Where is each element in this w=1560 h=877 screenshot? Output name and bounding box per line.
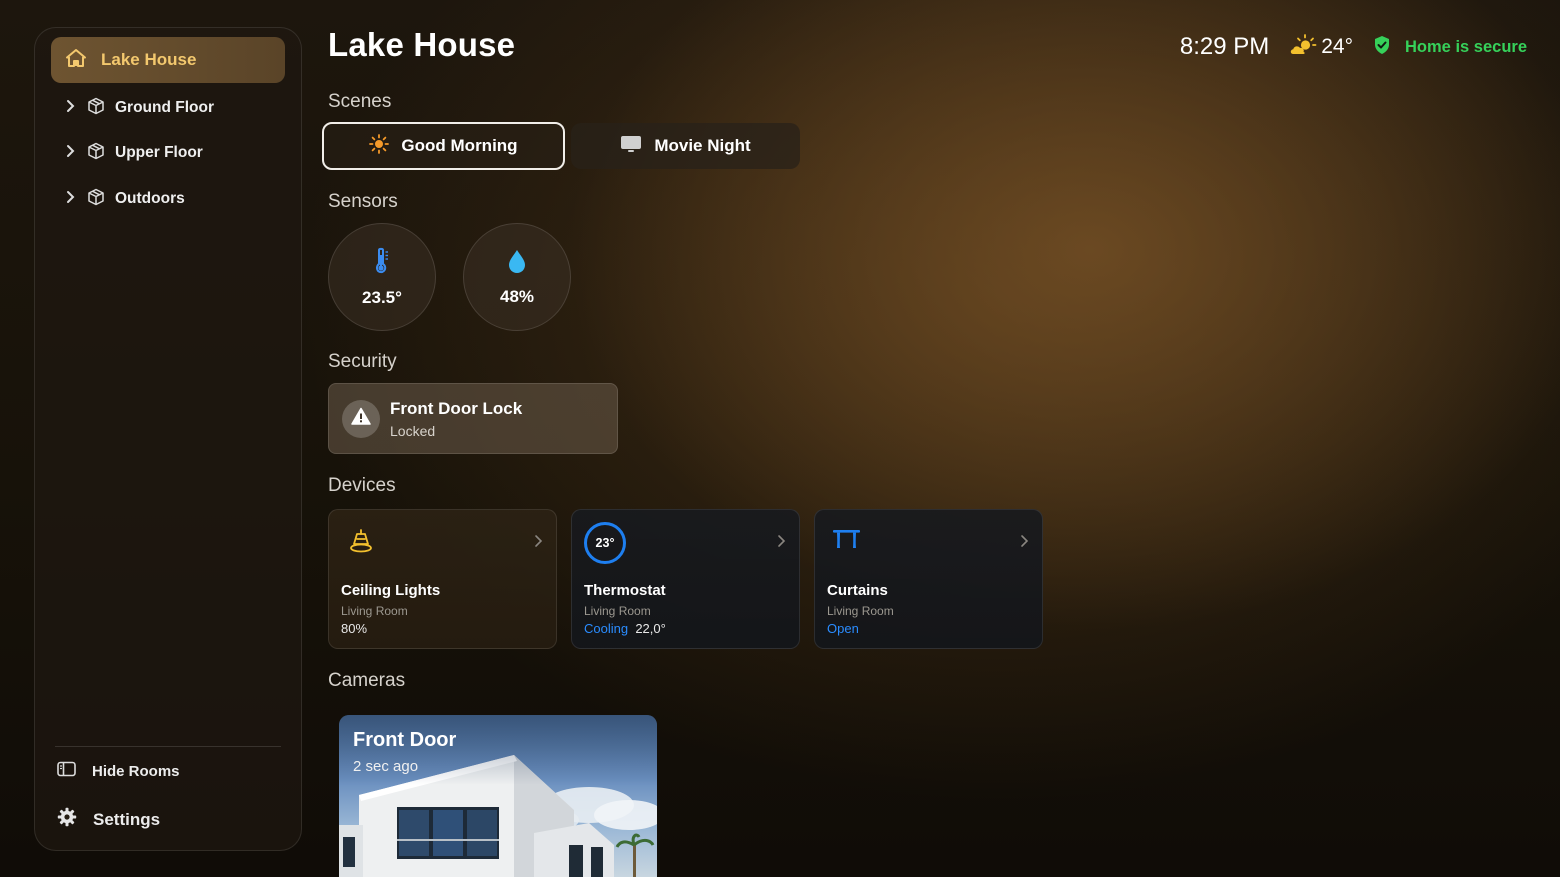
- device-name: Thermostat: [584, 582, 666, 599]
- hide-rooms-label: Hide Rooms: [92, 763, 180, 780]
- scenes-heading: Scenes: [328, 91, 392, 112]
- device-state-value: 22,0°: [635, 621, 666, 636]
- cameras-heading: Cameras: [328, 670, 406, 691]
- settings-button[interactable]: Settings: [57, 807, 160, 832]
- device-room: Living Room: [341, 604, 408, 618]
- hide-rooms-button[interactable]: Hide Rooms: [57, 761, 180, 782]
- scene-label: Movie Night: [654, 136, 751, 155]
- temperature-sensor[interactable]: 23.5°: [328, 223, 436, 331]
- sidebar-toggle-icon: [57, 761, 76, 782]
- sidebar-item-label: Ground Floor: [115, 99, 215, 116]
- curtains-icon: [827, 522, 867, 561]
- sun-icon: [369, 133, 390, 159]
- warning-icon: [351, 407, 371, 430]
- device-name: Curtains: [827, 582, 888, 599]
- gear-icon: [57, 807, 77, 832]
- chevron-right-icon: [775, 534, 787, 553]
- sidebar-item-ground-floor[interactable]: Ground Floor: [63, 93, 283, 123]
- status-bar: 8:29 PM 24° Home is secure: [1180, 30, 1527, 64]
- chevron-right-icon[interactable]: [63, 144, 77, 163]
- sidebar-item-label: Lake House: [101, 50, 197, 69]
- page-title: Lake House: [328, 26, 516, 63]
- house-icon: [65, 48, 87, 73]
- scene-good-morning-button[interactable]: Good Morning: [322, 122, 565, 170]
- weather-temp: 24°: [1321, 35, 1354, 58]
- sidebar-item-lake-house[interactable]: Lake House: [51, 37, 285, 83]
- cube-icon: [87, 142, 105, 165]
- droplet-icon: [507, 248, 527, 279]
- device-state: 80%: [341, 621, 368, 636]
- chevron-right-icon: [532, 534, 544, 553]
- sensor-value: 48%: [499, 286, 535, 306]
- scene-movie-night-button[interactable]: Movie Night: [571, 123, 800, 169]
- security-status-label: Home is secure: [1405, 37, 1527, 56]
- sensors-heading: Sensors: [328, 191, 398, 212]
- sidebar-divider: [55, 746, 281, 747]
- sidebar-item-upper-floor[interactable]: Upper Floor: [63, 138, 283, 168]
- device-room: Living Room: [584, 604, 651, 618]
- sidebar-item-outdoors[interactable]: Outdoors: [63, 184, 283, 214]
- chevron-right-icon[interactable]: [63, 99, 77, 118]
- clock: 8:29 PM: [1179, 33, 1270, 60]
- security-heading: Security: [328, 351, 397, 372]
- sidebar-item-label: Upper Floor: [115, 144, 203, 161]
- lock-status: Locked: [390, 422, 436, 439]
- sidebar-item-label: Outdoors: [115, 190, 185, 207]
- ceiling-light-icon: [341, 522, 381, 561]
- warning-icon-container: [342, 399, 380, 438]
- weather-widget[interactable]: 24°: [1289, 33, 1354, 61]
- thermostat-ring-icon: 23°: [584, 522, 626, 564]
- devices-heading: Devices: [328, 475, 396, 496]
- settings-label: Settings: [93, 809, 161, 829]
- chevron-right-icon[interactable]: [63, 190, 77, 209]
- camera-timestamp: 2 sec ago: [353, 758, 419, 775]
- humidity-sensor[interactable]: 48%: [463, 223, 571, 331]
- sensor-value: 23.5°: [362, 287, 402, 307]
- device-state: Open: [827, 621, 859, 636]
- scene-label: Good Morning: [401, 136, 518, 155]
- device-state-label: Cooling: [584, 621, 629, 636]
- security-status[interactable]: Home is secure: [1373, 35, 1527, 60]
- thermometer-icon: [372, 247, 392, 280]
- device-state: Cooling 22,0°: [584, 621, 666, 636]
- lock-title: Front Door Lock: [390, 398, 523, 418]
- device-card-thermostat[interactable]: 23° Thermostat Living Room Cooling 22,0°: [571, 509, 800, 649]
- device-card-curtains[interactable]: Curtains Living Room Open: [814, 509, 1043, 649]
- device-card-ceiling-lights[interactable]: Ceiling Lights Living Room 80%: [328, 509, 557, 649]
- front-door-lock-card[interactable]: Front Door Lock Locked: [328, 383, 618, 454]
- tv-icon: [620, 135, 642, 158]
- shield-check-icon: [1373, 35, 1391, 60]
- chevron-right-icon: [1018, 534, 1030, 553]
- device-state-label: Open: [827, 621, 859, 636]
- camera-feed-front-door[interactable]: Front Door 2 sec ago: [339, 715, 657, 877]
- lock-text: Front Door Lock Locked: [390, 399, 522, 439]
- camera-title: Front Door: [353, 729, 457, 751]
- cube-icon: [87, 97, 105, 120]
- device-name: Ceiling Lights: [341, 582, 441, 599]
- partly-sunny-icon: [1289, 33, 1317, 61]
- sidebar: Lake House Ground Floor Upper Floor Outd…: [34, 27, 302, 851]
- device-room: Living Room: [827, 604, 894, 618]
- cube-icon: [87, 188, 105, 211]
